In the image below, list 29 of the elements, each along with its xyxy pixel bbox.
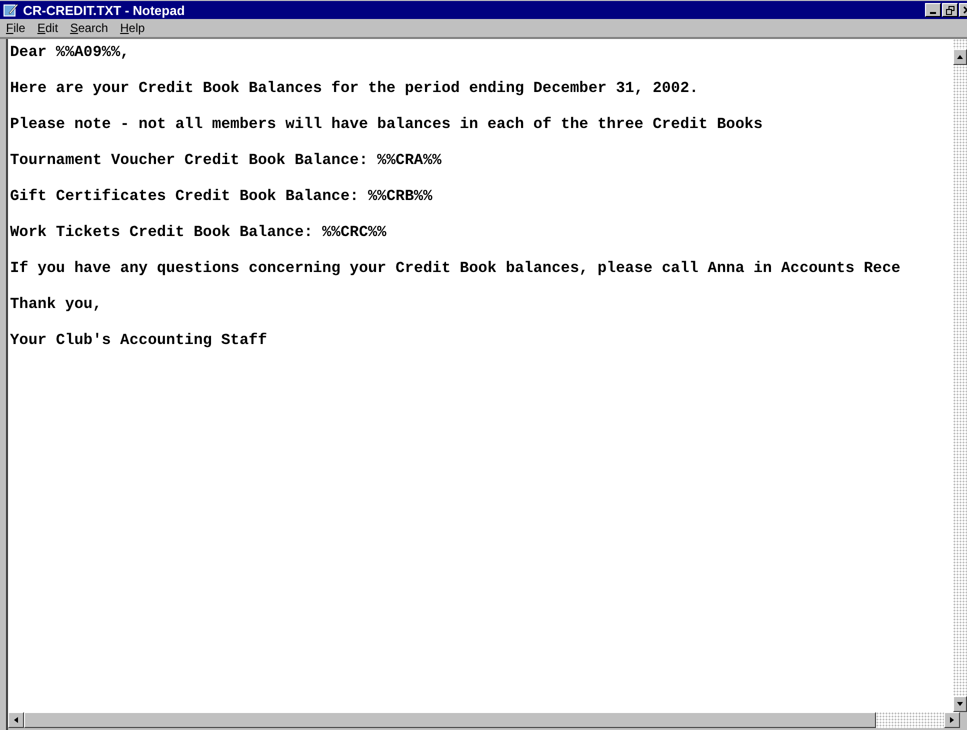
menu-item[interactable]: Edit — [37, 21, 58, 35]
text-line: Gift Certificates Credit Book Balance: %%CRB%% — [10, 187, 434, 205]
scroll-down-button[interactable] — [953, 696, 967, 712]
scroll-left-button[interactable] — [8, 712, 24, 728]
notepad-icon — [3, 3, 19, 17]
restore-icon — [946, 6, 954, 14]
text-editor[interactable] — [8, 39, 953, 712]
text-line: Your Club's Accounting Staff — [10, 331, 268, 349]
vertical-scrollbar[interactable] — [953, 39, 967, 712]
scroll-thumb[interactable] — [24, 712, 876, 728]
left-arrow-icon — [13, 717, 19, 723]
minimize-button[interactable] — [925, 3, 941, 17]
text-line: Please note - not all members will have balances in each of the three Credit Books — [10, 115, 764, 133]
scroll-right-button[interactable] — [944, 712, 960, 728]
scroll-up-button[interactable] — [953, 49, 967, 65]
text-line: Tournament Voucher Credit Book Balance: %%CRA%% — [10, 151, 442, 169]
text-line: If you have any questions concerning your Credit Book balances, please call Anna in Accounts Rece — [10, 259, 902, 277]
menu-item[interactable]: Search — [70, 21, 108, 35]
text-line: Dear %%A09%%, — [10, 43, 130, 61]
right-arrow-icon — [949, 717, 955, 723]
menu-item[interactable]: File — [6, 21, 26, 35]
window-title: CR-CREDIT.TXT - Notepad — [23, 2, 186, 18]
text-line: Work Tickets Credit Book Balance: %%CRC%% — [10, 223, 388, 241]
text-line: Here are your Credit Book Balances for the period ending December 31, 2002. — [10, 79, 700, 97]
up-arrow-icon — [957, 54, 963, 60]
text-line: Thank you, — [10, 295, 103, 313]
down-arrow-icon — [957, 701, 963, 707]
menu-item[interactable]: Help — [120, 21, 145, 35]
restore-button[interactable] — [942, 3, 958, 17]
